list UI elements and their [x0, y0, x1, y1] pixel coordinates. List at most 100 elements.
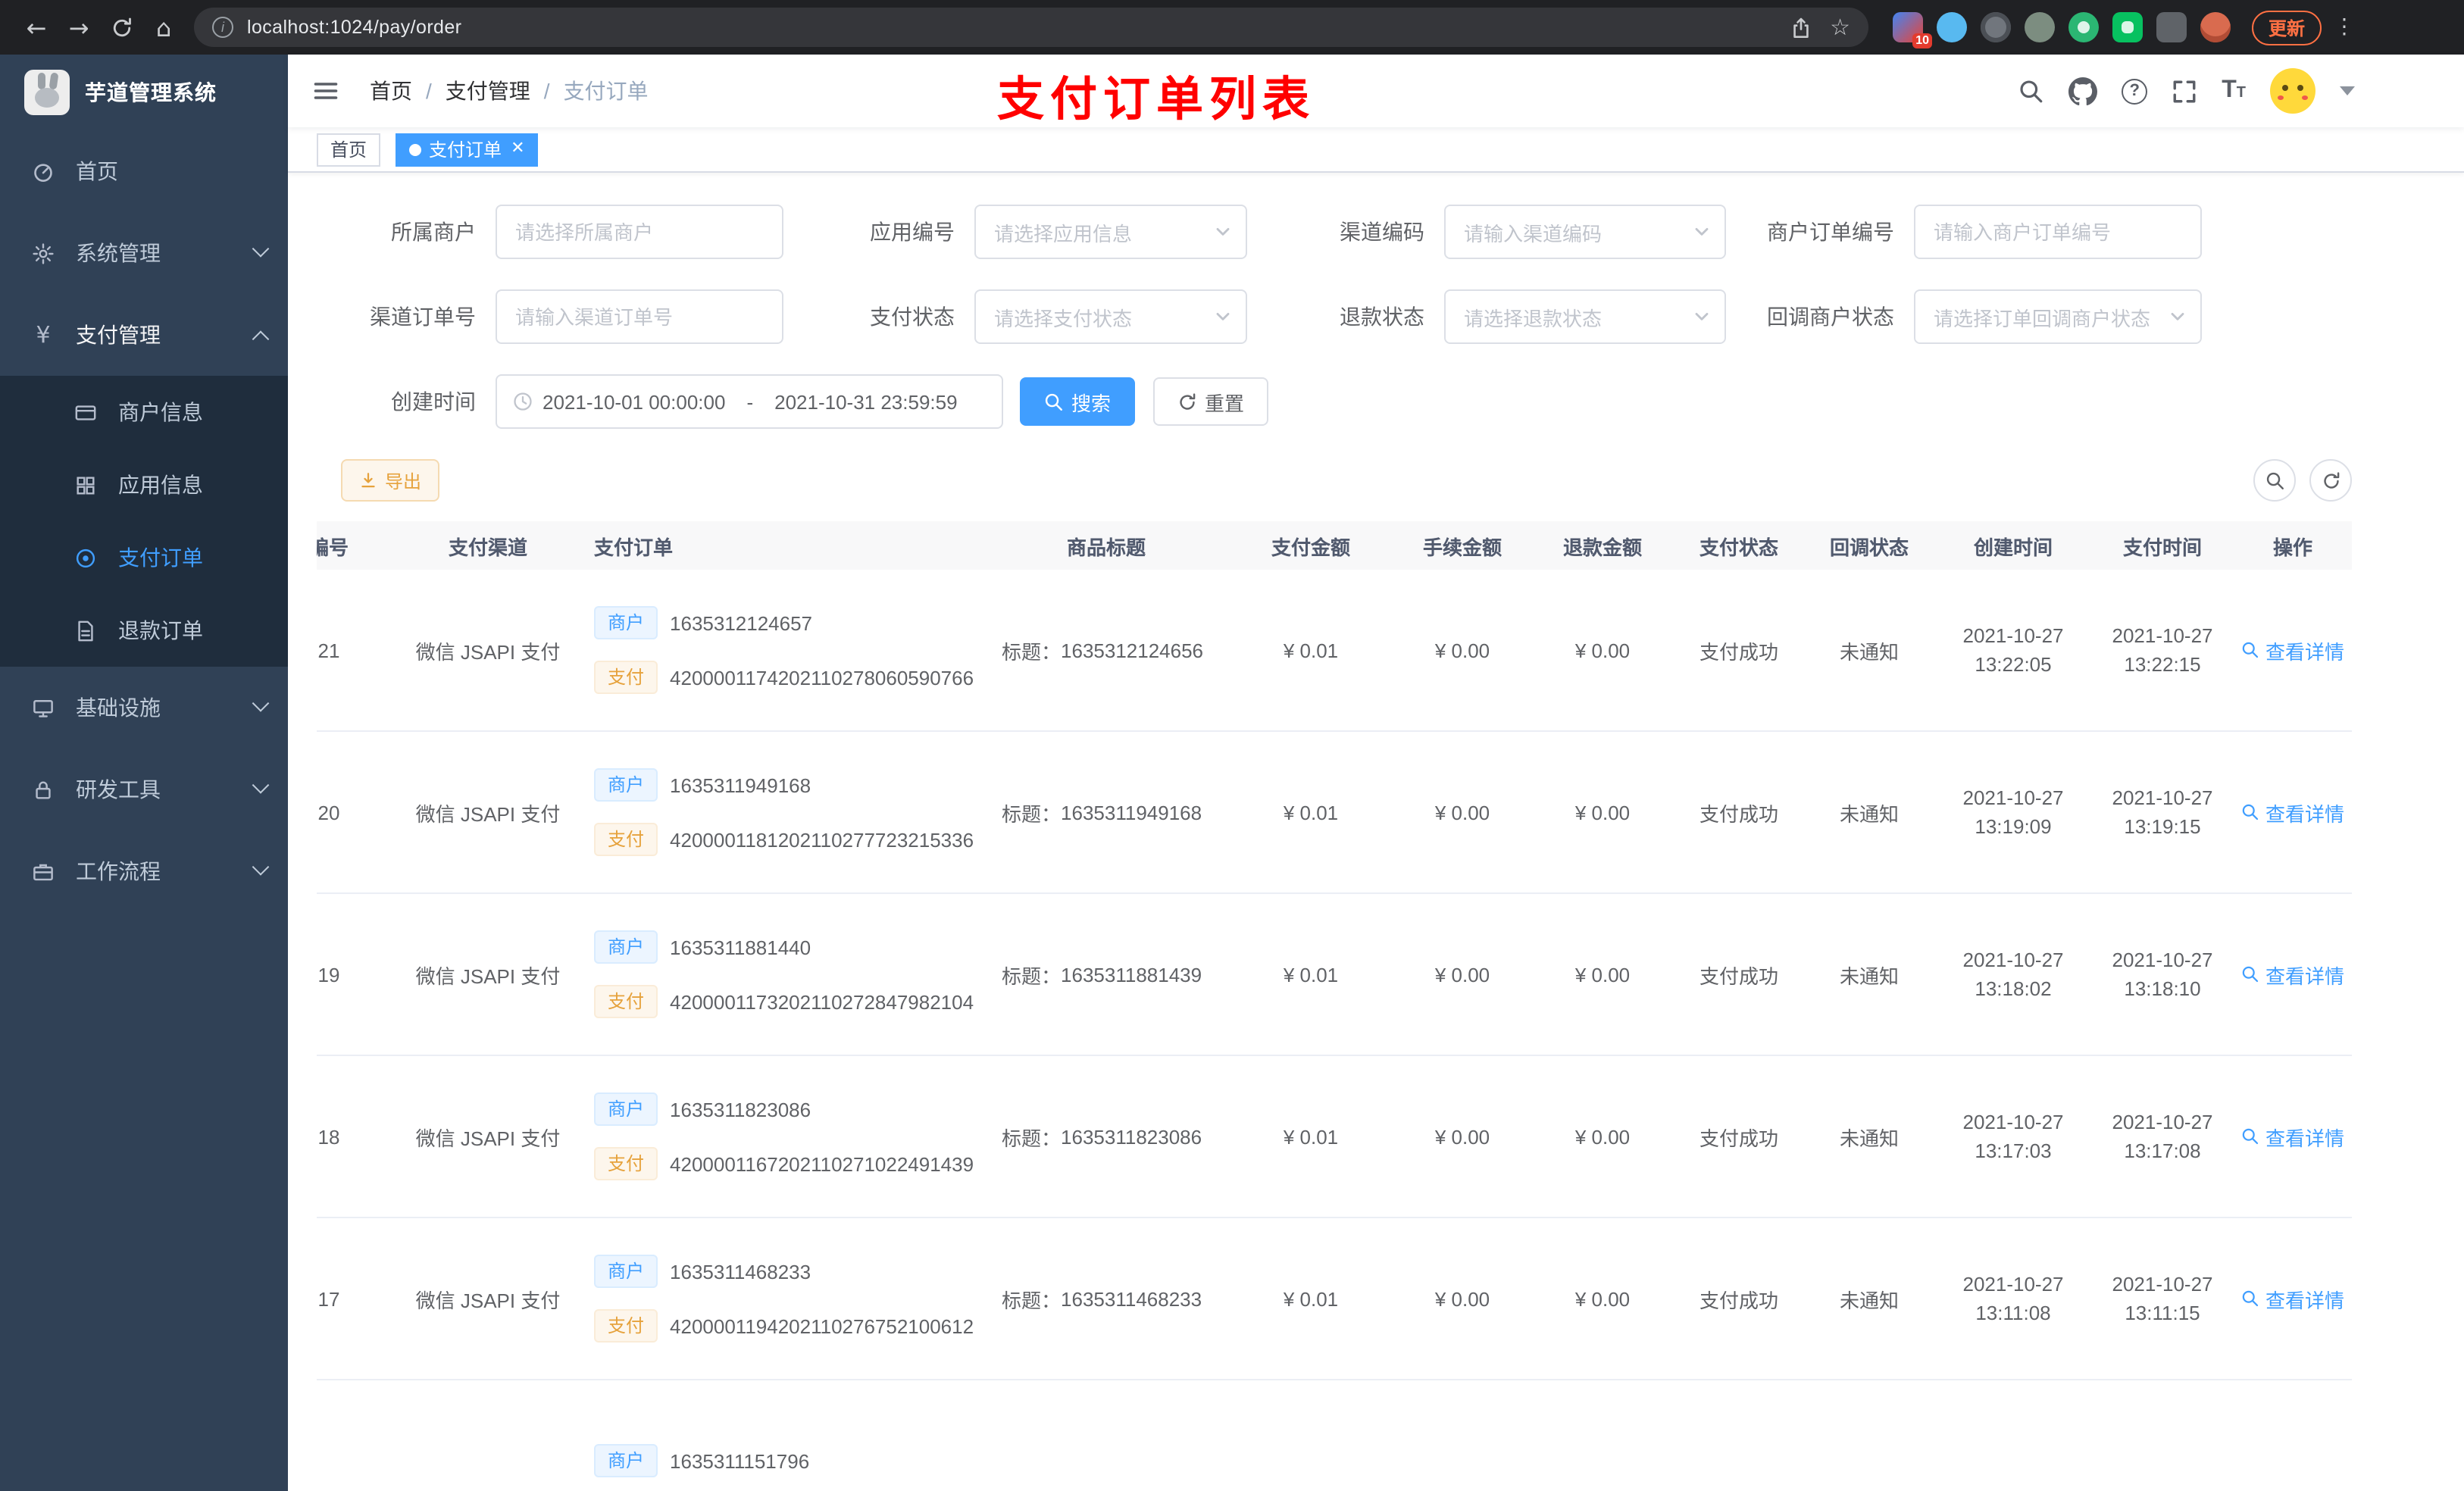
callback-status-label: 回调商户状态: [1767, 305, 1894, 329]
view-detail-link[interactable]: 查看详情: [2241, 960, 2344, 989]
search-button[interactable]: 搜索: [1020, 377, 1136, 426]
pay-order-no: 4200001173202110272847982104: [670, 990, 974, 1013]
share-icon[interactable]: [1789, 16, 1812, 39]
cell-pay-time: 2021-10-27 13:22:15: [2112, 624, 2213, 676]
refresh-icon: [1177, 392, 1197, 411]
cell-refund: [1531, 1380, 1674, 1491]
bookmark-star-icon[interactable]: ☆: [1830, 14, 1850, 41]
view-detail-link[interactable]: 查看详情: [2241, 1122, 2344, 1151]
export-button[interactable]: 导出: [341, 459, 440, 502]
cell-title: 标题： 1635311881439: [1002, 963, 1202, 987]
extension-icon[interactable]: [2156, 12, 2187, 42]
cell-pay-order: 商户 1635311151796: [579, 1380, 985, 1491]
hamburger-icon[interactable]: [288, 77, 352, 105]
reset-button[interactable]: 重置: [1153, 377, 1269, 426]
browser-reload-button[interactable]: [100, 6, 142, 48]
sidebar-item-refund-order[interactable]: 退款订单: [0, 594, 288, 667]
pay-tag: 支付: [594, 1147, 658, 1180]
cell-channel: 微信 JSAPI 支付: [415, 640, 561, 663]
page-content: 所属商户 应用编号 请选择应用信息 渠道编码 请输入渠道编码 商户订单编号: [288, 173, 2464, 1491]
extension-icon[interactable]: [2025, 12, 2055, 42]
extension-icon[interactable]: [1937, 12, 1967, 42]
extension-icon[interactable]: [2112, 12, 2143, 42]
tab-home[interactable]: 首页: [317, 133, 381, 166]
fullscreen-icon[interactable]: [2172, 78, 2197, 104]
screen: ← → ⌂ i localhost:1024/pay/order ☆ 10 更新…: [0, 0, 2464, 1491]
cell-actions: 查看详情: [2234, 1218, 2352, 1379]
breadcrumb-separator: /: [543, 79, 550, 103]
breadcrumb-payment[interactable]: 支付管理: [446, 76, 530, 106]
address-bar[interactable]: i localhost:1024/pay/order ☆: [194, 8, 1868, 47]
cell-pay-time: [2091, 1380, 2234, 1491]
merchant-input[interactable]: [497, 206, 782, 258]
browser-menu-icon[interactable]: ⋮: [2334, 15, 2355, 39]
chevron-down-icon: [1693, 308, 1711, 326]
browser-forward-button[interactable]: →: [58, 6, 100, 48]
record-icon: [73, 546, 98, 569]
cell-channel: 微信 JSAPI 支付: [415, 1127, 561, 1149]
pay-tag: 支付: [594, 661, 658, 694]
search-icon: [2241, 965, 2259, 983]
date-end-value[interactable]: 2021-10-31 23:59:59: [774, 390, 957, 413]
cell-amount: ¥ 0.01: [1283, 963, 1339, 986]
site-info-icon[interactable]: i: [212, 17, 233, 38]
sidebar-item-workflow[interactable]: 工作流程: [0, 830, 288, 912]
channel-order-no-input[interactable]: [497, 291, 782, 342]
pay-status-select[interactable]: 请选择支付状态: [974, 289, 1247, 344]
sidebar-item-merchant-info[interactable]: 商户信息: [0, 376, 288, 449]
view-detail-link[interactable]: 查看详情: [2241, 798, 2344, 827]
help-icon[interactable]: ?: [2122, 78, 2148, 104]
url-text[interactable]: localhost:1024/pay/order: [247, 17, 1789, 38]
sidebar-item-dev-tools[interactable]: 研发工具: [0, 749, 288, 830]
refresh-table-button[interactable]: [2309, 459, 2352, 502]
create-time-range-picker[interactable]: 2021-10-01 00:00:00 - 2021-10-31 23:59:5…: [496, 374, 1003, 429]
app-no-select[interactable]: 请选择应用信息: [974, 205, 1247, 259]
date-start-value[interactable]: 2021-10-01 00:00:00: [543, 390, 725, 413]
table-row: 21 微信 JSAPI 支付 商户 1635312124657 支付 4200001…: [317, 570, 2352, 732]
extension-icon[interactable]: [2200, 12, 2231, 42]
cell-notify-status: 未通知: [1839, 640, 1899, 663]
refund-status-select[interactable]: 请选择退款状态: [1444, 289, 1726, 344]
caret-down-icon[interactable]: [2340, 86, 2355, 95]
breadcrumb-separator: /: [426, 79, 432, 103]
font-size-icon[interactable]: TT: [2222, 77, 2246, 105]
callback-status-select[interactable]: 请选择订单回调商户状态: [1914, 289, 2202, 344]
browser-home-button[interactable]: ⌂: [142, 6, 185, 48]
merchant-order-no: 1635311151796: [670, 1449, 810, 1472]
cell-amount: ¥ 0.01: [1283, 1287, 1339, 1310]
merchant-order-no-input[interactable]: [1915, 206, 2200, 258]
chevron-down-icon: [1693, 223, 1711, 241]
top-navbar: 首页 / 支付管理 / 支付订单 支付订单列表 ? TT: [288, 55, 2464, 127]
browser-back-button[interactable]: ←: [15, 6, 58, 48]
sidebar-item-system[interactable]: 系统管理: [0, 212, 288, 294]
channel-order-no-input-wrap: [496, 289, 783, 344]
breadcrumb-home[interactable]: 首页: [370, 76, 412, 106]
extension-icon[interactable]: [2068, 12, 2099, 42]
cell-id: 20: [317, 801, 340, 824]
active-dot-icon: [409, 143, 422, 155]
tab-pay-order[interactable]: 支付订单 ✕: [396, 133, 539, 166]
app-logo: [24, 70, 70, 115]
sidebar-item-payment[interactable]: ¥ 支付管理: [0, 294, 288, 376]
user-avatar[interactable]: [2270, 68, 2315, 114]
sidebar-item-app-info[interactable]: 应用信息: [0, 449, 288, 521]
tab-close-icon[interactable]: ✕: [511, 140, 524, 158]
merchant-order-no: 1635311881440: [670, 936, 811, 958]
sidebar-item-infrastructure[interactable]: 基础设施: [0, 667, 288, 749]
extension-icon[interactable]: [1981, 12, 2011, 42]
extension-icon[interactable]: 10: [1893, 12, 1932, 48]
dashboard-icon: [30, 160, 56, 183]
view-detail-link[interactable]: 查看详情: [2241, 636, 2344, 664]
sidebar-item-pay-order[interactable]: 支付订单: [0, 521, 288, 594]
view-detail-link[interactable]: 查看详情: [2241, 1284, 2344, 1313]
sidebar-item-home[interactable]: 首页: [0, 130, 288, 212]
channel-code-select[interactable]: 请输入渠道编码: [1444, 205, 1726, 259]
merchant-tag: 商户: [594, 930, 658, 964]
browser-update-button[interactable]: 更新: [2252, 10, 2322, 45]
github-icon[interactable]: [2068, 77, 2097, 105]
chevron-up-icon: [252, 330, 270, 348]
merchant-tag: 商户: [594, 1255, 658, 1288]
show-search-toggle-button[interactable]: [2253, 459, 2296, 502]
search-icon[interactable]: [2018, 78, 2044, 104]
cell-create-time: 2021-10-27 13:19:09: [1962, 786, 2064, 838]
